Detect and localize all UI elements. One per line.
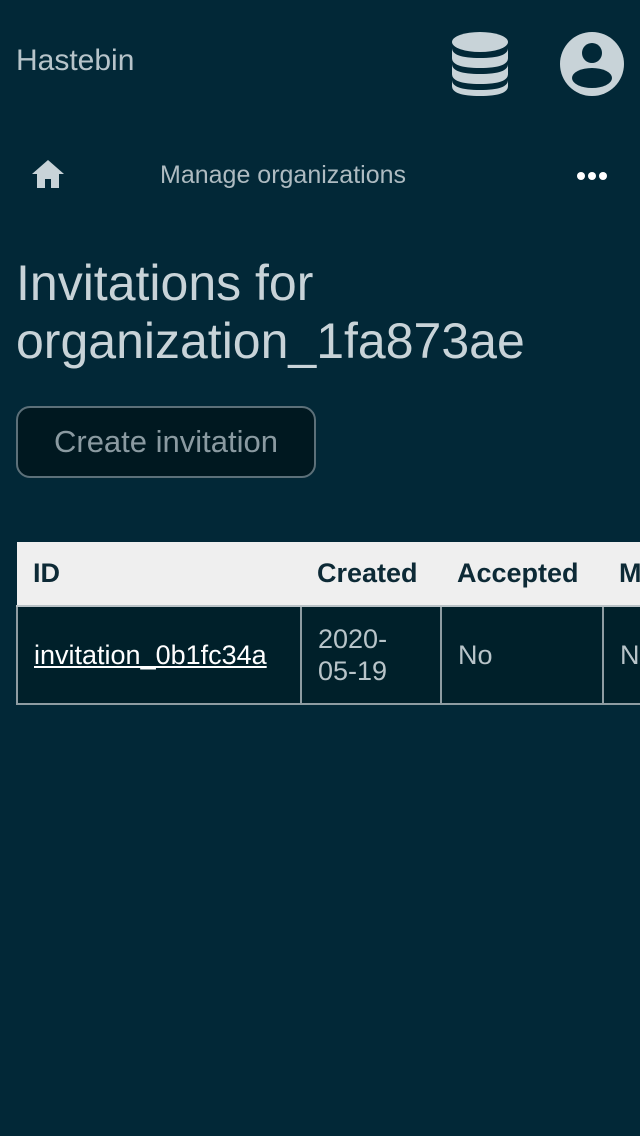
column-header-id: ID [17, 542, 301, 607]
brand-link[interactable]: Hastebin [16, 42, 134, 80]
invitation-link[interactable]: invitation_0b1fc34a [34, 640, 267, 670]
cell-id: invitation_0b1fc34a [16, 606, 302, 705]
invitations-table: ID Created Accepted M invitation_0b1fc34… [16, 542, 640, 705]
created-date-part2: 05-19 [318, 656, 388, 686]
cell-accepted: No [440, 606, 604, 705]
table-header-row: ID Created Accepted M [17, 542, 640, 607]
cell-created: 2020- 05-19 [300, 606, 442, 705]
page-title-line1: Invitations for [16, 255, 314, 311]
column-header-more: M [603, 542, 640, 607]
nav-title: Manage organizations [160, 161, 406, 189]
database-button[interactable] [448, 30, 512, 98]
home-button[interactable] [28, 154, 68, 194]
created-date-part1: 2020- [318, 624, 388, 654]
more-horizontal-icon [577, 172, 607, 180]
create-invitation-button[interactable]: Create invitation [16, 406, 316, 478]
more-menu-button[interactable] [568, 160, 616, 192]
breadcrumb-nav: Manage organizations [0, 140, 640, 210]
table-row: invitation_0b1fc34a 2020- 05-19 No N [16, 606, 640, 705]
page-title-line2: organization_1fa873ae [16, 313, 525, 369]
home-icon [32, 160, 64, 188]
user-circle-icon [560, 32, 624, 96]
account-button[interactable] [558, 30, 626, 98]
column-header-accepted: Accepted [441, 542, 603, 607]
top-bar: Hastebin [0, 0, 640, 124]
column-header-created: Created [301, 542, 441, 607]
invitations-table-container: ID Created Accepted M invitation_0b1fc34… [16, 542, 640, 705]
cell-more: N [602, 606, 640, 705]
page-title: Invitations for organization_1fa873ae [16, 254, 626, 370]
database-icon [452, 32, 508, 96]
